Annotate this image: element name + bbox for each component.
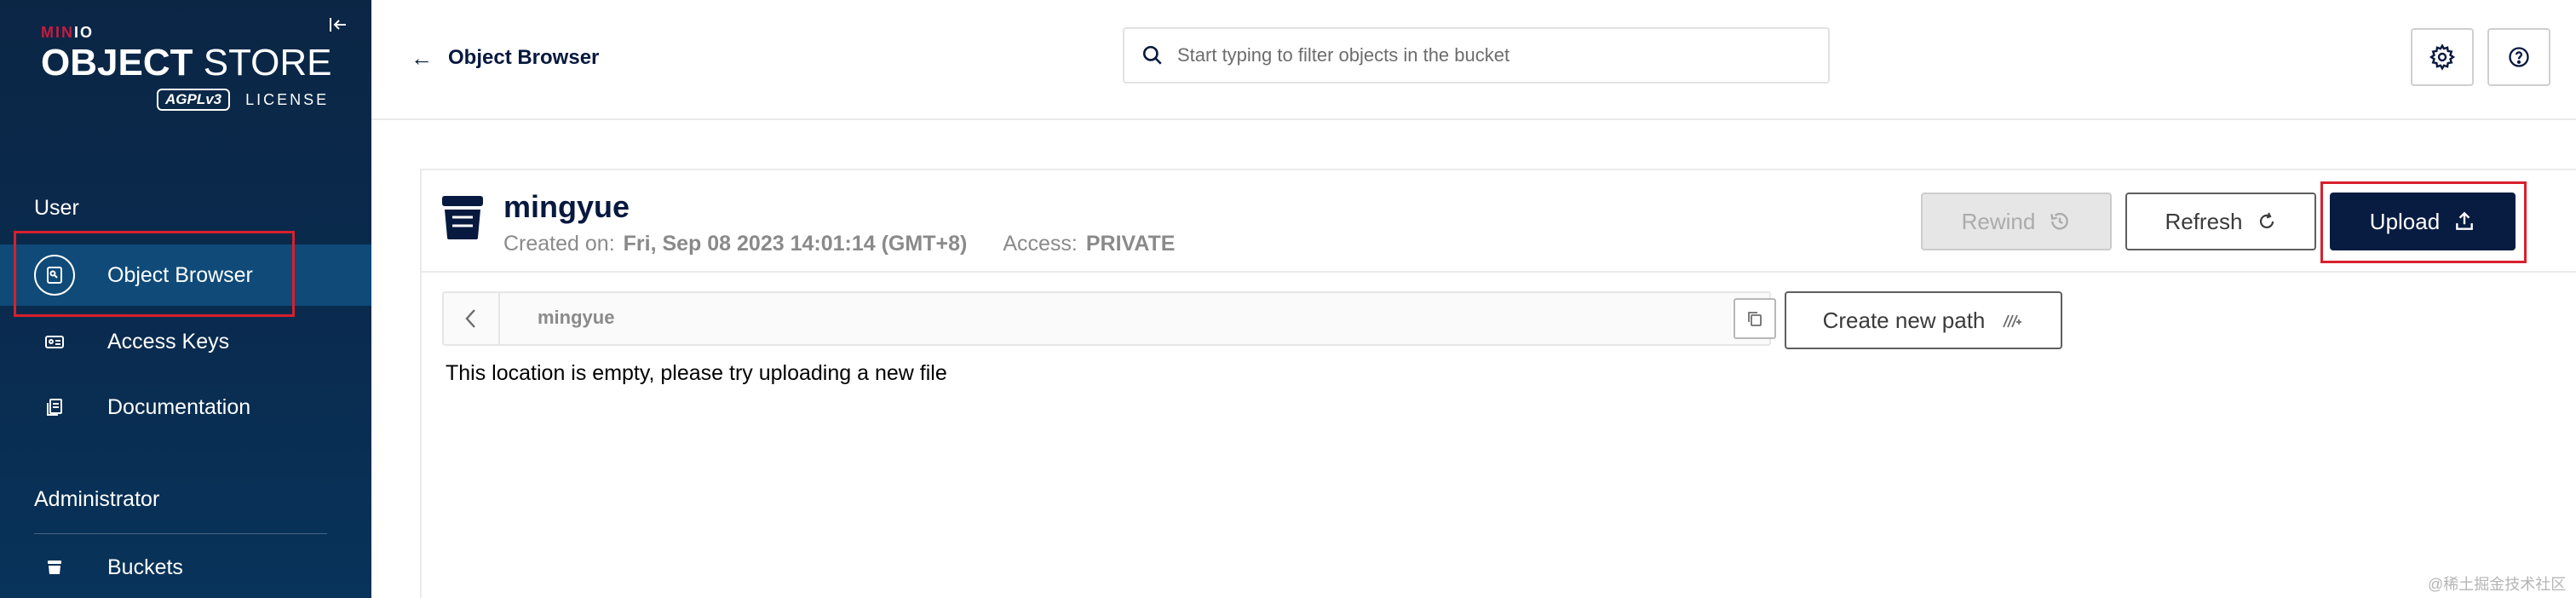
collapse-icon (330, 18, 346, 32)
sidebar-item-buckets[interactable]: Buckets (0, 537, 371, 598)
search-input[interactable] (1177, 44, 1808, 66)
id-card-icon (34, 321, 75, 362)
sidebar-item-label: Buckets (107, 555, 183, 579)
search-icon (1142, 45, 1162, 65)
sidebar-item-label: Object Browser (107, 262, 253, 287)
sidebar-item-access-keys[interactable]: Access Keys (0, 311, 371, 372)
sidebar-item-label: Access Keys (107, 329, 230, 354)
copy-icon (1748, 312, 1762, 326)
empty-location-message: This location is empty, please try uploa… (446, 361, 947, 385)
bucket-meta: Created on: Fri, Sep 08 2023 14:01:14 (G… (503, 232, 1175, 256)
access-value: PRIVATE (1085, 232, 1176, 256)
chevron-left-icon (465, 309, 475, 328)
create-new-path-button[interactable]: Create new path (1785, 291, 2062, 349)
bucket-name: mingyue (503, 189, 630, 224)
upload-button[interactable]: Upload (2330, 193, 2516, 250)
path-breadcrumb-bar: mingyue (442, 291, 1776, 346)
copy-path-button[interactable] (1734, 298, 1776, 339)
refresh-button[interactable]: Refresh (2125, 193, 2316, 250)
created-label: Created on: (503, 232, 615, 256)
refresh-icon (2259, 212, 2274, 229)
history-icon (2050, 212, 2069, 230)
upload-label: Upload (2369, 208, 2441, 234)
current-path: mingyue (538, 307, 615, 328)
access-label: Access: (1003, 232, 1078, 256)
created-value: Fri, Sep 08 2023 14:01:14 (GMT+8) (623, 232, 968, 256)
new-folder-path-icon (2003, 314, 2022, 328)
sidebar-divider (34, 533, 327, 534)
section-label-administrator: Administrator (34, 487, 160, 511)
sidebar-item-object-browser[interactable]: Object Browser (0, 244, 371, 306)
path-back-button[interactable] (444, 293, 500, 344)
agpl-badge: AGPLv3 (157, 89, 231, 111)
sidebar: MINIO OBJECT STORE AGPLv3 LICENSE User O… (0, 0, 371, 598)
collapse-sidebar-button[interactable] (325, 12, 351, 37)
rewind-button[interactable]: Rewind (1921, 193, 2112, 250)
logo-title: OBJECT STORE (41, 42, 332, 83)
bucket-icon (34, 547, 75, 588)
refresh-label: Refresh (2165, 208, 2243, 234)
minio-logo: MINIO OBJECT STORE AGPLv3 LICENSE (41, 24, 332, 111)
settings-button[interactable] (2411, 28, 2474, 86)
sidebar-item-documentation[interactable]: Documentation (0, 377, 371, 438)
watermark: @稀土掘金技术社区 (2428, 576, 2567, 593)
search-box[interactable] (1123, 27, 1830, 83)
help-button[interactable] (2487, 28, 2550, 86)
upload-icon (2456, 211, 2474, 230)
section-label-user: User (34, 196, 79, 220)
logo-brand: MINIO (41, 24, 95, 41)
back-to-object-browser-link[interactable]: ← Object Browser (411, 43, 599, 73)
license-text: LICENSE (245, 90, 330, 108)
arrow-left-icon: ← (411, 44, 433, 71)
page-title: Object Browser (448, 46, 600, 69)
bucket-panel: mingyue Created on: Fri, Sep 08 2023 14:… (420, 169, 2576, 598)
bucket-header: mingyue Created on: Fri, Sep 08 2023 14:… (422, 170, 2576, 273)
logo-license: AGPLv3 LICENSE (157, 89, 329, 111)
gear-icon (2429, 43, 2456, 71)
sidebar-item-label: Documentation (107, 394, 251, 419)
create-path-label: Create new path (1822, 307, 1986, 333)
object-browser-icon (34, 255, 75, 296)
rewind-label: Rewind (1961, 208, 2036, 234)
help-icon (2509, 47, 2529, 67)
bucket-logo-icon (442, 196, 483, 239)
document-icon (34, 387, 75, 428)
